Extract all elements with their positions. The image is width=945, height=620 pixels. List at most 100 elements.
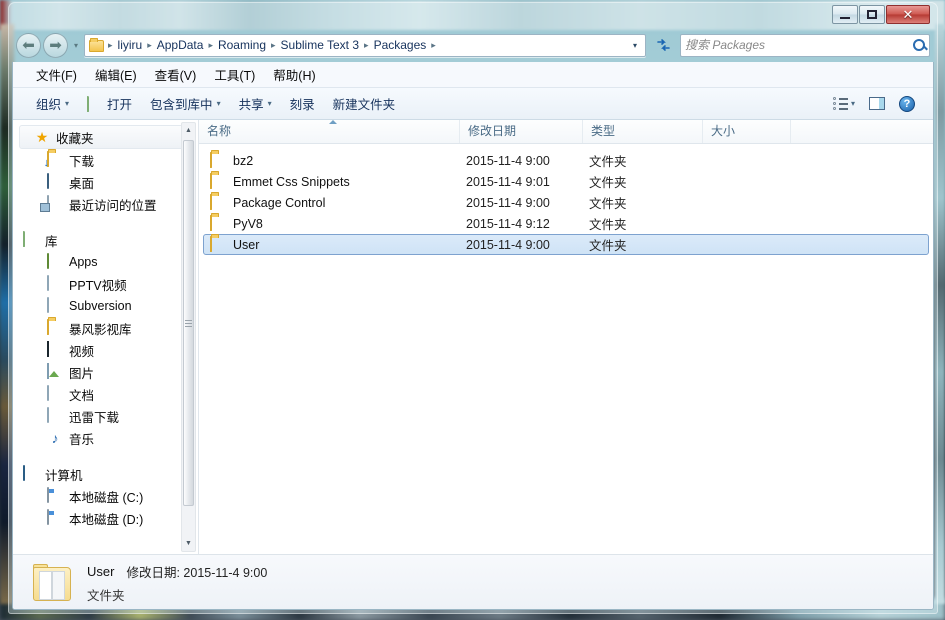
- column-header-size[interactable]: 大小: [702, 120, 790, 143]
- burn-button[interactable]: 刻录: [281, 89, 324, 118]
- minimize-button[interactable]: [832, 5, 858, 24]
- window-controls: ✕: [832, 5, 930, 24]
- details-text: User 修改日期: 2015-11-4 9:00 文件夹: [87, 562, 267, 604]
- open-button[interactable]: 打开: [78, 89, 141, 118]
- sidebar-section-libraries[interactable]: 库: [13, 229, 198, 251]
- address-dropdown-icon[interactable]: ▾: [627, 41, 643, 50]
- column-header-name[interactable]: 名称: [199, 120, 459, 143]
- explorer-window: ✕ ⬅ ➡ ▾ ▸ liyiru ▸ AppData ▸ Roaming ▸ S…: [8, 2, 938, 614]
- table-row[interactable]: Package Control 2015-11-4 9:00 文件夹: [203, 192, 929, 213]
- scrollbar-thumb[interactable]: [183, 140, 194, 506]
- search-box[interactable]: [680, 33, 930, 57]
- sidebar-item-videos[interactable]: 视频: [13, 339, 198, 361]
- sidebar-item-label: 本地磁盘 (C:): [69, 490, 144, 505]
- forward-button[interactable]: ➡: [43, 32, 68, 58]
- open-label: 打开: [107, 98, 133, 112]
- organize-button[interactable]: 组织 ▾: [27, 89, 78, 118]
- sidebar-scrollbar[interactable]: ▲ ▼: [181, 122, 196, 552]
- table-row[interactable]: Emmet Css Snippets 2015-11-4 9:01 文件夹: [203, 171, 929, 192]
- menu-view[interactable]: 查看(V): [146, 62, 206, 87]
- library-doc-icon: [47, 275, 63, 292]
- sidebar-section-computer[interactable]: 计算机: [13, 463, 198, 485]
- title-bar: ✕: [8, 2, 938, 28]
- details-pane: User 修改日期: 2015-11-4 9:00 文件夹: [13, 554, 933, 609]
- back-arrow-icon: ⬅: [22, 36, 35, 54]
- cell-modified: 2015-11-4 9:01: [466, 174, 550, 189]
- menu-file[interactable]: 文件(F): [27, 62, 86, 87]
- search-icon: [913, 39, 925, 51]
- menu-edit[interactable]: 编辑(E): [86, 62, 146, 87]
- breadcrumb-item-0[interactable]: liyiru: [115, 36, 146, 54]
- sidebar-item-recent-places[interactable]: 最近访问的位置: [13, 193, 198, 215]
- sidebar-item-documents[interactable]: 文档: [13, 383, 198, 405]
- cell-type: 文件夹: [589, 218, 627, 232]
- chevron-down-icon: ▾: [216, 99, 221, 108]
- sidebar-item-thunder[interactable]: 迅雷下载: [13, 405, 198, 427]
- address-bar[interactable]: ▸ liyiru ▸ AppData ▸ Roaming ▸ Sublime T…: [84, 33, 646, 57]
- file-name: Package Control: [233, 195, 326, 210]
- history-dropdown-button[interactable]: ▾: [70, 41, 82, 50]
- sidebar-item-drive-c[interactable]: 本地磁盘 (C:): [13, 485, 198, 507]
- sidebar-item-label: 桌面: [69, 176, 95, 191]
- share-button[interactable]: 共享 ▾: [230, 89, 281, 118]
- back-button[interactable]: ⬅: [16, 32, 41, 58]
- scroll-up-button[interactable]: ▲: [182, 123, 195, 138]
- close-button[interactable]: ✕: [886, 5, 930, 24]
- sidebar-item-pictures[interactable]: 图片: [13, 361, 198, 383]
- breadcrumb-item-4[interactable]: Packages: [371, 36, 430, 54]
- sidebar-item-music[interactable]: ♪ 音乐: [13, 427, 198, 449]
- change-view-button[interactable]: ▾: [827, 93, 861, 114]
- drive-icon: [47, 509, 63, 526]
- column-header-modified[interactable]: 修改日期: [459, 120, 582, 143]
- breadcrumb-item-3[interactable]: Sublime Text 3: [278, 36, 363, 54]
- folder-icon: [210, 235, 226, 253]
- details-modified-label: 修改日期:: [126, 565, 180, 580]
- library-doc-icon: [47, 297, 63, 314]
- sidebar-item-label: Apps: [69, 255, 98, 269]
- sidebar-item-pptv[interactable]: PPTV视频: [13, 273, 198, 295]
- breadcrumb-separator: ▸: [431, 39, 436, 50]
- sidebar-item-subversion[interactable]: Subversion: [13, 295, 198, 317]
- preview-pane-icon: [869, 97, 885, 110]
- column-header-type[interactable]: 类型: [582, 120, 702, 143]
- cell-name: Package Control: [204, 193, 466, 211]
- file-rows: bz2 2015-11-4 9:00 文件夹 Emmet Css Snippet…: [199, 144, 933, 255]
- file-list-pane: 名称 修改日期 类型 大小 bz2 2015-11-4 9:00 文件夹 Emm…: [199, 120, 933, 554]
- file-name: User: [233, 237, 260, 252]
- scroll-down-button[interactable]: ▼: [182, 536, 195, 551]
- menu-help[interactable]: 帮助(H): [264, 62, 324, 87]
- new-folder-button[interactable]: 新建文件夹: [324, 89, 405, 118]
- sidebar-item-drive-d[interactable]: 本地磁盘 (D:): [13, 507, 198, 529]
- cell-name: User: [204, 235, 466, 253]
- table-row[interactable]: PyV8 2015-11-4 9:12 文件夹: [203, 213, 929, 234]
- column-header-filler[interactable]: [790, 120, 933, 143]
- details-modified-value: 2015-11-4 9:00: [183, 565, 268, 580]
- sidebar-item-label: PPTV视频: [69, 278, 127, 293]
- include-in-library-button[interactable]: 包含到库中 ▾: [141, 89, 230, 118]
- search-input[interactable]: [685, 38, 913, 52]
- refresh-button[interactable]: [652, 34, 674, 57]
- forward-arrow-icon: ➡: [49, 36, 62, 54]
- sidebar-item-apps[interactable]: Apps: [13, 251, 198, 273]
- cell-type: 文件夹: [589, 239, 627, 253]
- help-button[interactable]: ?: [893, 92, 921, 116]
- sidebar-item-desktop[interactable]: 桌面: [13, 171, 198, 193]
- breadcrumb-item-1[interactable]: AppData: [154, 36, 207, 54]
- sidebar-section-favorites[interactable]: ★ 收藏夹: [19, 125, 192, 149]
- desktop-icon: [47, 173, 63, 190]
- video-icon: [47, 341, 63, 358]
- sidebar-item-baofeng[interactable]: 暴风影视库: [13, 317, 198, 339]
- menu-tools[interactable]: 工具(T): [205, 62, 264, 87]
- breadcrumb-item-2[interactable]: Roaming: [215, 36, 269, 54]
- table-row[interactable]: User 2015-11-4 9:00 文件夹: [203, 234, 929, 255]
- drive-icon: [47, 487, 63, 504]
- sidebar-item-downloads[interactable]: ↓ 下载: [13, 149, 198, 171]
- file-name: PyV8: [233, 216, 263, 231]
- include-in-library-label: 包含到库中: [150, 98, 213, 112]
- chevron-down-icon: ▾: [65, 99, 70, 108]
- preview-pane-button[interactable]: [863, 93, 891, 114]
- maximize-button[interactable]: [859, 5, 885, 24]
- table-row[interactable]: bz2 2015-11-4 9:00 文件夹: [203, 150, 929, 171]
- scrollbar-grip-icon: [185, 319, 192, 327]
